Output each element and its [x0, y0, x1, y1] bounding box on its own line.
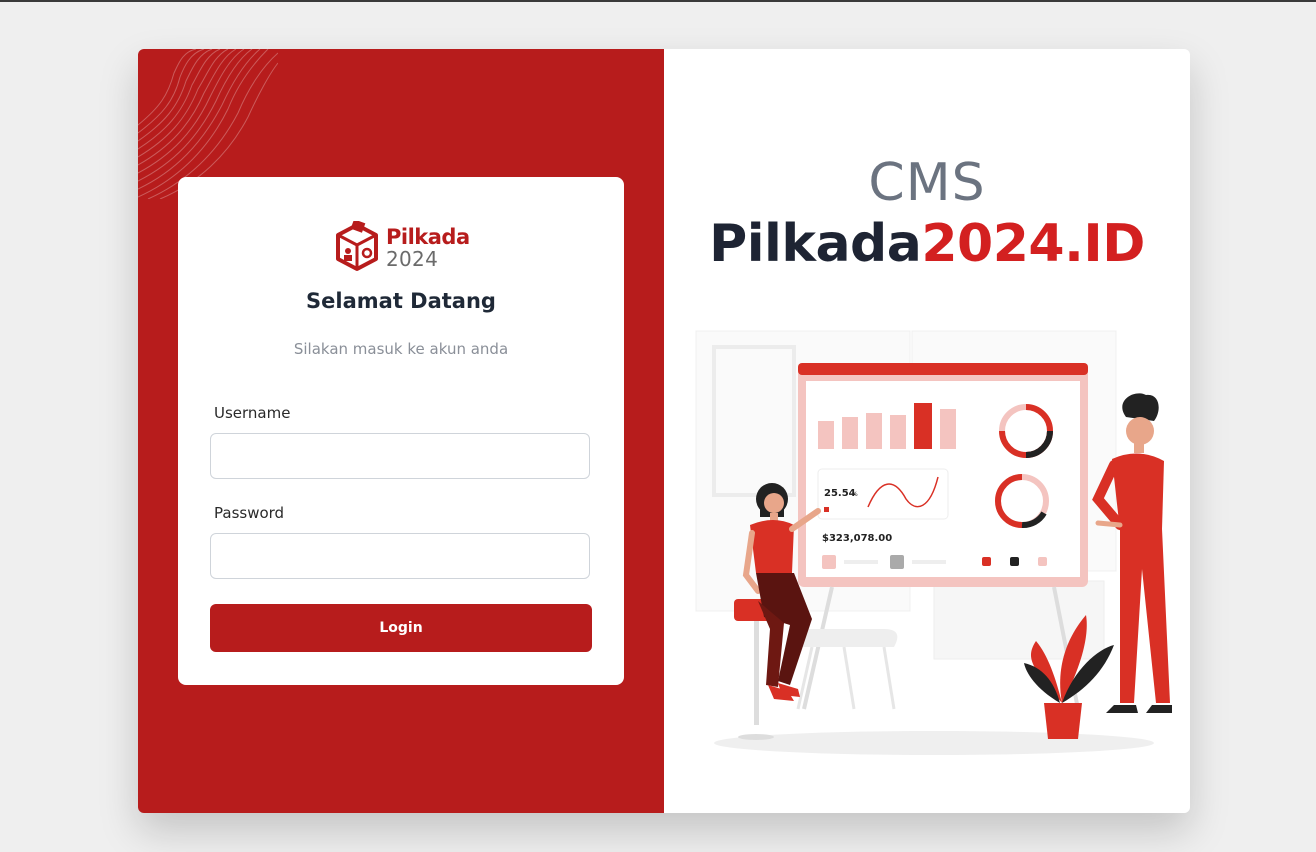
- welcome-subtitle: Silakan masuk ke akun anda: [293, 340, 509, 358]
- username-label: Username: [214, 404, 291, 422]
- ballot-box-icon: [336, 221, 378, 271]
- password-input[interactable]: [210, 533, 590, 579]
- username-input[interactable]: [210, 433, 590, 479]
- login-button[interactable]: Login: [210, 604, 592, 652]
- illustration-percent-unit: %: [852, 491, 858, 498]
- welcome-heading: Selamat Datang: [306, 289, 496, 313]
- login-form-container: Pilkada 2024 Selamat Datang Silakan masu…: [178, 177, 624, 685]
- left-panel: Pilkada 2024 Selamat Datang Silakan masu…: [138, 49, 664, 813]
- right-panel: CMS Pilkada2024.ID 25.54 % $323,078.00: [664, 49, 1190, 813]
- brand-title: Pilkada2024.ID: [664, 214, 1190, 274]
- brand-title-domain: 2024.ID: [921, 214, 1145, 274]
- brand-title-pilkada: Pilkada: [709, 214, 922, 274]
- illustration-percent: 25.54: [824, 488, 856, 499]
- password-label: Password: [214, 504, 285, 522]
- logo-text-year: 2024: [386, 247, 439, 271]
- window-top-border: [0, 0, 1316, 2]
- logo-text-pilkada: Pilkada: [386, 225, 470, 249]
- dashboard-illustration: 25.54 % $323,078.00: [695, 330, 1172, 755]
- pilkada-logo: Pilkada 2024: [334, 221, 474, 273]
- login-card: Pilkada 2024 Selamat Datang Silakan masu…: [138, 49, 1190, 813]
- illustration-amount: $323,078.00: [822, 533, 892, 544]
- cms-title: CMS: [868, 153, 986, 213]
